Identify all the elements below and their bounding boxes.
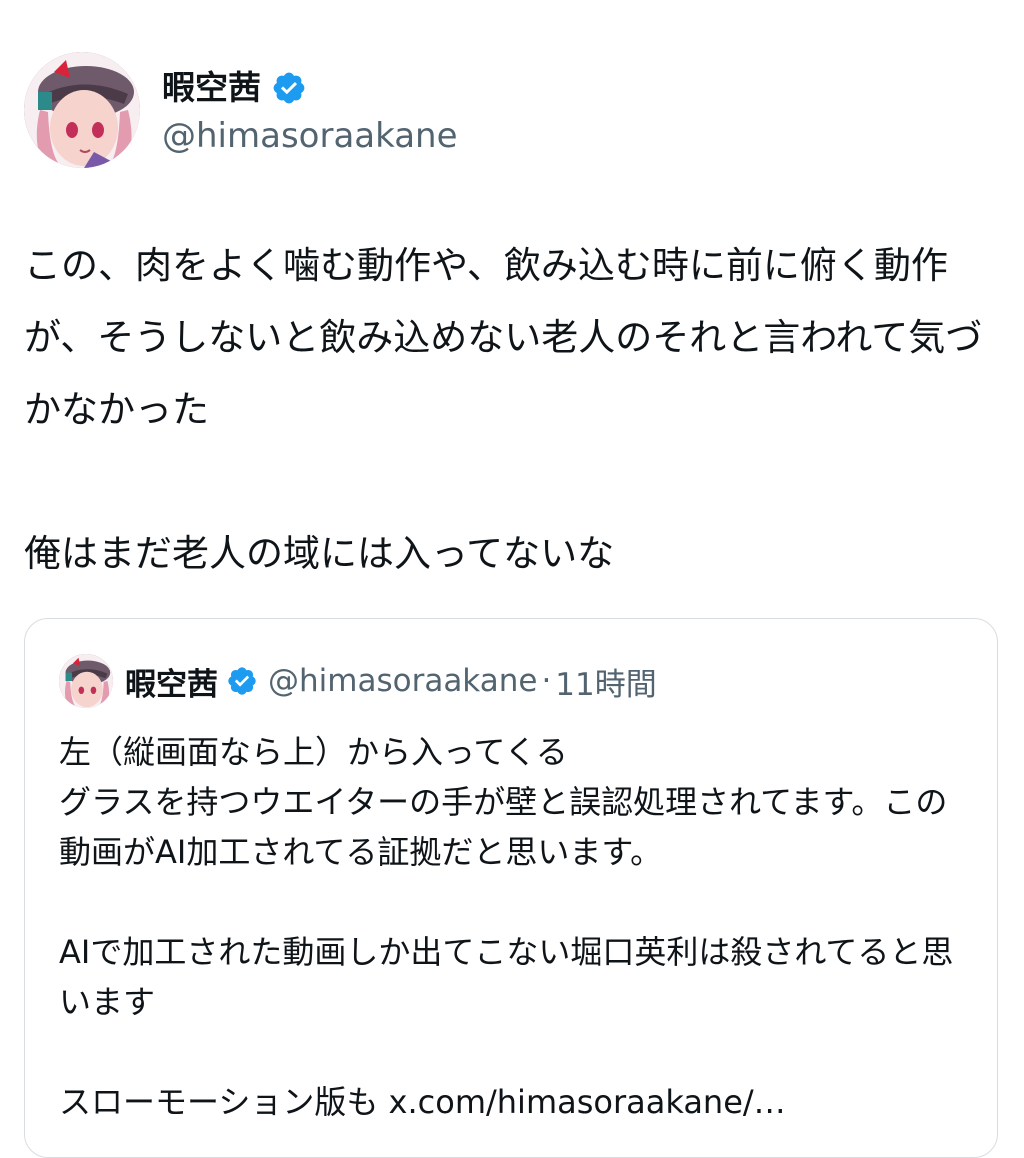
avatar[interactable] <box>24 52 140 168</box>
tweet-header: 暇空茜 @himasoraakane <box>24 52 1004 172</box>
verified-badge-icon <box>228 667 256 695</box>
display-name[interactable]: 暇空茜 <box>162 66 261 110</box>
quoted-timestamp: 11時間 <box>555 666 657 703</box>
quoted-tweet-card[interactable]: 暇空茜 @himasoraakane · 11時間 左（縦画面なら上）から入って… <box>24 618 998 1158</box>
quoted-tweet-header: 暇空茜 @himasoraakane · 11時間 <box>59 653 657 709</box>
verified-badge-icon <box>273 72 305 104</box>
quoted-avatar <box>59 654 113 708</box>
separator-dot: · <box>541 663 552 699</box>
quoted-tweet-text: 左（縦画面なら上）から入ってくる グラスを持つウエイターの手が壁と誤認処理されて… <box>59 733 954 1121</box>
quoted-display-name: 暇空茜 <box>125 666 218 703</box>
author-handle[interactable]: @himasoraakane <box>162 114 458 158</box>
tweet-text: この、肉をよく噛む動作や、飲み込む時に前に俯く動作が、そうしないと飲み込めない老… <box>24 244 983 575</box>
quoted-handle: @himasoraakane <box>268 663 538 699</box>
